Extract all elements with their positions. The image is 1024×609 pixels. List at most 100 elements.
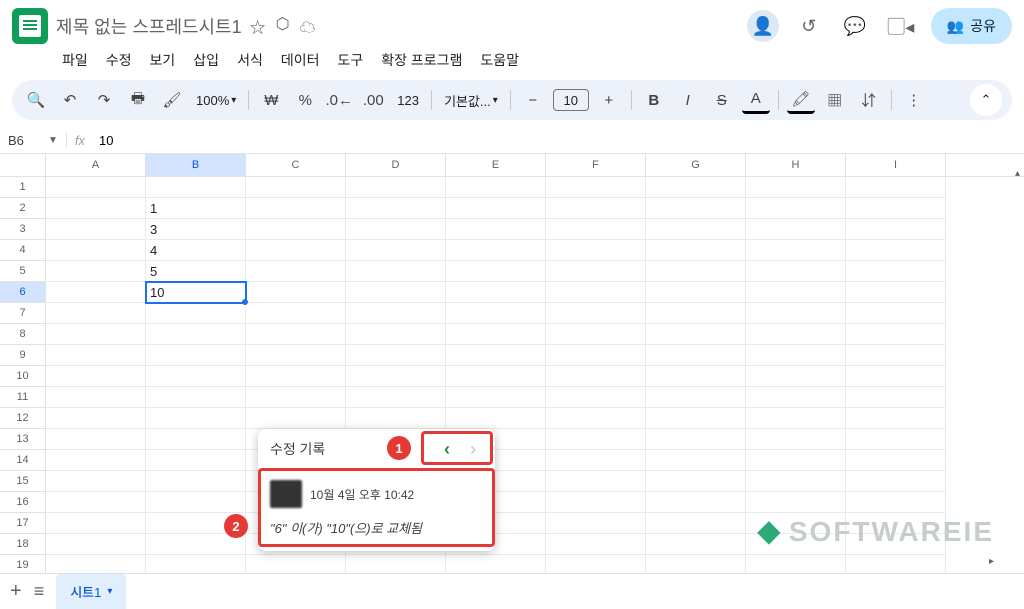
row-header-17[interactable]: 17 bbox=[0, 513, 46, 534]
cell-A9[interactable] bbox=[46, 345, 146, 366]
cell-B4[interactable]: 4 bbox=[146, 240, 246, 261]
cell-B8[interactable] bbox=[146, 324, 246, 345]
cell-H9[interactable] bbox=[746, 345, 846, 366]
cell-E12[interactable] bbox=[446, 408, 546, 429]
cell-E7[interactable] bbox=[446, 303, 546, 324]
menu-삽입[interactable]: 삽입 bbox=[187, 48, 225, 72]
fx-icon[interactable]: fx bbox=[66, 133, 93, 148]
cell-I14[interactable] bbox=[846, 450, 946, 471]
cell-I5[interactable] bbox=[846, 261, 946, 282]
cell-H12[interactable] bbox=[746, 408, 846, 429]
cell-A1[interactable] bbox=[46, 177, 146, 198]
cell-B13[interactable] bbox=[146, 429, 246, 450]
cloud-icon[interactable]: ☁ bbox=[300, 14, 316, 38]
cell-G18[interactable] bbox=[646, 534, 746, 555]
undo-icon[interactable]: ↶ bbox=[56, 86, 84, 114]
cell-D3[interactable] bbox=[346, 219, 446, 240]
cell-E4[interactable] bbox=[446, 240, 546, 261]
cell-F14[interactable] bbox=[546, 450, 646, 471]
cell-H8[interactable] bbox=[746, 324, 846, 345]
strikethrough-icon[interactable]: S bbox=[708, 86, 736, 114]
row-header-18[interactable]: 18 bbox=[0, 534, 46, 555]
cell-G3[interactable] bbox=[646, 219, 746, 240]
font-size-input[interactable]: 10 bbox=[553, 89, 589, 111]
row-header-12[interactable]: 12 bbox=[0, 408, 46, 429]
all-sheets-button[interactable]: ≡ bbox=[34, 581, 45, 602]
cell-C3[interactable] bbox=[246, 219, 346, 240]
cell-A11[interactable] bbox=[46, 387, 146, 408]
cell-B2[interactable]: 1 bbox=[146, 198, 246, 219]
menu-수정[interactable]: 수정 bbox=[100, 48, 138, 72]
percent-icon[interactable]: % bbox=[291, 86, 319, 114]
cell-G5[interactable] bbox=[646, 261, 746, 282]
cell-C2[interactable] bbox=[246, 198, 346, 219]
cell-C12[interactable] bbox=[246, 408, 346, 429]
cell-H4[interactable] bbox=[746, 240, 846, 261]
currency-icon[interactable]: ₩ bbox=[257, 86, 285, 114]
share-button[interactable]: 👥 공유 bbox=[931, 8, 1012, 44]
col-header-D[interactable]: D bbox=[346, 154, 446, 176]
cell-A12[interactable] bbox=[46, 408, 146, 429]
cell-H1[interactable] bbox=[746, 177, 846, 198]
cell-H11[interactable] bbox=[746, 387, 846, 408]
cell-G8[interactable] bbox=[646, 324, 746, 345]
doc-title[interactable]: 제목 없는 스프레드시트1 bbox=[56, 13, 242, 39]
cell-I4[interactable] bbox=[846, 240, 946, 261]
cell-A6[interactable] bbox=[46, 282, 146, 303]
cell-G4[interactable] bbox=[646, 240, 746, 261]
cell-E11[interactable] bbox=[446, 387, 546, 408]
cell-B5[interactable]: 5 bbox=[146, 261, 246, 282]
row-header-6[interactable]: 6 bbox=[0, 282, 46, 303]
sheet-tab-1[interactable]: 시트1▾ bbox=[56, 574, 126, 609]
cell-C11[interactable] bbox=[246, 387, 346, 408]
row-header-2[interactable]: 2 bbox=[0, 198, 46, 219]
history-icon[interactable]: ↺ bbox=[793, 10, 825, 42]
col-header-C[interactable]: C bbox=[246, 154, 346, 176]
add-sheet-button[interactable]: + bbox=[10, 580, 22, 603]
cell-B6[interactable]: 10 bbox=[146, 282, 246, 303]
cell-A14[interactable] bbox=[46, 450, 146, 471]
cell-F18[interactable] bbox=[546, 534, 646, 555]
cell-G17[interactable] bbox=[646, 513, 746, 534]
cell-H2[interactable] bbox=[746, 198, 846, 219]
cell-E1[interactable] bbox=[446, 177, 546, 198]
cell-B3[interactable]: 3 bbox=[146, 219, 246, 240]
more-icon[interactable]: ⋮ bbox=[900, 86, 928, 114]
cell-D8[interactable] bbox=[346, 324, 446, 345]
cell-F16[interactable] bbox=[546, 492, 646, 513]
row-header-10[interactable]: 10 bbox=[0, 366, 46, 387]
cell-F4[interactable] bbox=[546, 240, 646, 261]
cell-G1[interactable] bbox=[646, 177, 746, 198]
cell-H13[interactable] bbox=[746, 429, 846, 450]
cell-I16[interactable] bbox=[846, 492, 946, 513]
cell-D2[interactable] bbox=[346, 198, 446, 219]
col-header-E[interactable]: E bbox=[446, 154, 546, 176]
col-header-A[interactable]: A bbox=[46, 154, 146, 176]
cell-F6[interactable] bbox=[546, 282, 646, 303]
cell-F11[interactable] bbox=[546, 387, 646, 408]
cell-A15[interactable] bbox=[46, 471, 146, 492]
cell-G7[interactable] bbox=[646, 303, 746, 324]
cell-F15[interactable] bbox=[546, 471, 646, 492]
cell-I9[interactable] bbox=[846, 345, 946, 366]
cell-D11[interactable] bbox=[346, 387, 446, 408]
cell-A7[interactable] bbox=[46, 303, 146, 324]
cell-F9[interactable] bbox=[546, 345, 646, 366]
increase-decimal-icon[interactable]: .00 bbox=[359, 86, 387, 114]
cell-F13[interactable] bbox=[546, 429, 646, 450]
menu-파일[interactable]: 파일 bbox=[56, 48, 94, 72]
row-header-1[interactable]: 1 bbox=[0, 177, 46, 198]
paint-format-icon[interactable]: 🖌 bbox=[158, 86, 186, 114]
row-header-16[interactable]: 16 bbox=[0, 492, 46, 513]
cell-G9[interactable] bbox=[646, 345, 746, 366]
borders-icon[interactable]: ▦ bbox=[821, 86, 849, 114]
row-header-7[interactable]: 7 bbox=[0, 303, 46, 324]
menu-확장 프로그램[interactable]: 확장 프로그램 bbox=[375, 48, 468, 72]
row-header-14[interactable]: 14 bbox=[0, 450, 46, 471]
cell-B12[interactable] bbox=[146, 408, 246, 429]
meet-icon[interactable]: ▢◂ bbox=[885, 10, 917, 42]
bold-icon[interactable]: B bbox=[640, 86, 668, 114]
cell-I12[interactable] bbox=[846, 408, 946, 429]
italic-icon[interactable]: I bbox=[674, 86, 702, 114]
cell-H16[interactable] bbox=[746, 492, 846, 513]
